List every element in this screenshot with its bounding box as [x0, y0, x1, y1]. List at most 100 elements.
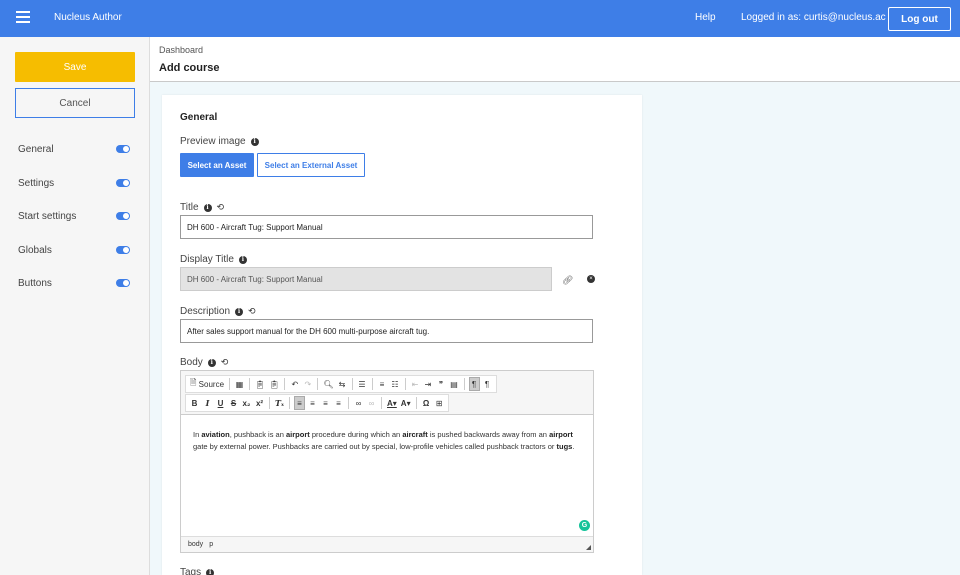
unlink-icon[interactable]: ∞ [366, 396, 377, 410]
section-title: General [180, 112, 218, 123]
logout-button[interactable]: Log out [888, 7, 951, 31]
table-icon[interactable]: ⊞ [434, 396, 445, 410]
editor-bold-text: aircraft [402, 430, 428, 439]
numbered-list-icon[interactable]: ≡ [377, 377, 388, 391]
save-button[interactable]: Save [15, 52, 135, 82]
link-icon[interactable]: 🔗︎ [562, 275, 573, 286]
remove-format-icon[interactable]: Tₓ [274, 396, 285, 410]
title-label: Title i ⟲ [180, 202, 224, 213]
paste-text-icon[interactable]: 📋︎ [268, 377, 280, 391]
element-path-p[interactable]: p [209, 541, 213, 548]
reset-icon[interactable]: ⟲ [221, 357, 229, 368]
label-text: Display Title [180, 254, 234, 265]
sidebar-item-general[interactable]: General [18, 141, 130, 157]
top-bar: Nucleus Author Help Logged in as: curtis… [0, 0, 960, 37]
toolbar-row-1: 🗎︎ Source ▦ 📋︎ 📋︎ ↶ ↷ 🔍︎ ⇆ ☰ ≡ ☷ ⇤ ⇥ ❞ ▤… [185, 375, 497, 393]
help-link[interactable]: Help [695, 12, 716, 23]
form-card: General Preview image i Select an Asset … [162, 95, 642, 575]
text-color-icon[interactable]: A▾ [386, 396, 398, 410]
preview-image-label: Preview image i [180, 136, 259, 147]
editor-bold-text: tugs [556, 442, 573, 451]
editor-content[interactable]: In aviation, pushback is an airport proc… [193, 429, 583, 453]
underline-icon[interactable]: U [215, 396, 226, 410]
body-label: Body i ⟲ [180, 357, 228, 368]
align-center-icon[interactable]: ≡ [307, 396, 318, 410]
sidebar-item-label: Buttons [18, 277, 52, 289]
description-input[interactable]: After sales support manual for the DH 60… [180, 319, 593, 343]
description-label: Description i ⟲ [180, 306, 256, 317]
select-all-icon[interactable]: ☰ [357, 377, 368, 391]
editor-text: . [572, 442, 575, 451]
cancel-button[interactable]: Cancel [15, 88, 135, 118]
undo-icon[interactable]: ↶ [289, 377, 300, 391]
editor-text: is pushed backwards away from an [427, 430, 550, 439]
bulleted-list-icon[interactable]: ☷ [390, 377, 401, 391]
toolbar-row-2: B I U S x₂ x² Tₓ ≡ ≡ ≡ ≡ ∞ ∞ A▾ A▾ Ω ⊞ [185, 394, 449, 412]
reset-icon[interactable]: ⟲ [217, 202, 225, 213]
info-icon[interactable]: i [250, 137, 259, 146]
special-char-icon[interactable]: Ω [421, 396, 432, 410]
toggle-switch[interactable] [116, 212, 130, 220]
sidebar-item-start-settings[interactable]: Start settings [18, 208, 130, 224]
replace-icon[interactable]: ⇆ [337, 377, 348, 391]
title-input[interactable]: DH 600 - Aircraft Tug: Support Manual [180, 215, 593, 239]
subscript-icon[interactable]: x₂ [241, 396, 252, 410]
info-icon[interactable]: i [206, 568, 215, 575]
element-path-body[interactable]: body [188, 541, 203, 548]
info-icon[interactable]: i [238, 255, 247, 264]
label-text: Preview image [180, 136, 246, 147]
toggle-switch[interactable] [116, 179, 130, 187]
editor-text: procedure during which an [309, 430, 403, 439]
sidebar-item-label: General [18, 143, 54, 155]
div-container-icon[interactable]: ▤ [449, 377, 460, 391]
label-text: Body [180, 357, 203, 368]
info-icon[interactable]: i [235, 307, 244, 316]
sidebar: Save Cancel General Settings Start setti… [0, 37, 150, 575]
blockquote-icon[interactable]: ❞ [436, 377, 447, 391]
sidebar-item-label: Settings [18, 177, 55, 189]
sidebar-item-buttons[interactable]: Buttons [18, 275, 130, 291]
rtl-icon[interactable]: ¶ [482, 377, 493, 391]
clear-icon[interactable]: × [587, 275, 595, 283]
label-text: Title [180, 202, 199, 213]
source-label: Source [198, 379, 225, 389]
strikethrough-icon[interactable]: S [228, 396, 239, 410]
align-right-icon[interactable]: ≡ [320, 396, 331, 410]
breadcrumb[interactable]: Dashboard [159, 45, 203, 55]
grammarly-icon[interactable]: G [579, 520, 590, 531]
page-header: Dashboard Add course [150, 37, 960, 82]
editor-statusbar: body p [181, 536, 593, 552]
indent-icon[interactable]: ⇥ [423, 377, 434, 391]
info-icon[interactable]: i [203, 203, 212, 212]
sidebar-item-settings[interactable]: Settings [18, 175, 130, 191]
toggle-switch[interactable] [116, 246, 130, 254]
bold-icon[interactable]: B [189, 396, 200, 410]
toggle-switch[interactable] [116, 279, 130, 287]
ltr-icon[interactable]: ¶ [468, 377, 480, 391]
outdent-icon[interactable]: ⇤ [410, 377, 421, 391]
select-external-asset-button[interactable]: Select an External Asset [257, 153, 365, 177]
italic-icon[interactable]: I [202, 396, 213, 410]
find-icon[interactable]: 🔍︎ [322, 377, 334, 391]
justify-icon[interactable]: ≡ [333, 396, 344, 410]
sidebar-item-label: Globals [18, 244, 52, 256]
align-left-icon[interactable]: ≡ [294, 396, 305, 410]
editor-bold-text: aviation [201, 430, 230, 439]
label-text: Tags [180, 567, 202, 575]
background-color-icon[interactable]: A▾ [400, 396, 412, 410]
paste-icon[interactable]: 📋︎ [254, 377, 266, 391]
reset-icon[interactable]: ⟲ [248, 306, 256, 317]
templates-icon[interactable]: ▦ [234, 377, 245, 391]
superscript-icon[interactable]: x² [254, 396, 265, 410]
redo-icon[interactable]: ↷ [302, 377, 313, 391]
select-asset-button[interactable]: Select an Asset [180, 153, 254, 177]
sidebar-item-globals[interactable]: Globals [18, 242, 130, 258]
toggle-switch[interactable] [116, 145, 130, 153]
source-button[interactable]: 🗎︎ Source [189, 377, 225, 391]
link-icon[interactable]: ∞ [353, 396, 364, 410]
info-icon[interactable]: i [207, 358, 216, 367]
resize-handle-icon[interactable] [586, 545, 591, 550]
app-title[interactable]: Nucleus Author [54, 12, 122, 23]
menu-icon[interactable] [16, 11, 30, 23]
page-title: Add course [159, 62, 220, 74]
